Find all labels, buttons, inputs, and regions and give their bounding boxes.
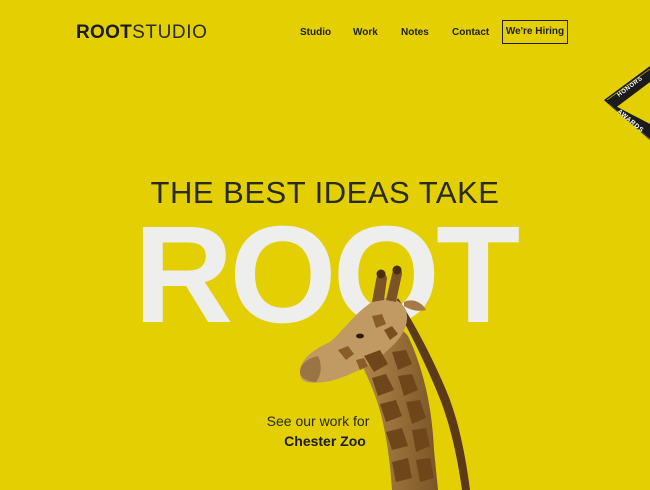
landing-page: ROOTSTUDIO Studio Work Notes Contact We'… bbox=[0, 0, 650, 490]
cta-line: See our work for bbox=[266, 413, 370, 429]
cta-link-chester-zoo[interactable]: Chester Zoo bbox=[250, 432, 400, 450]
